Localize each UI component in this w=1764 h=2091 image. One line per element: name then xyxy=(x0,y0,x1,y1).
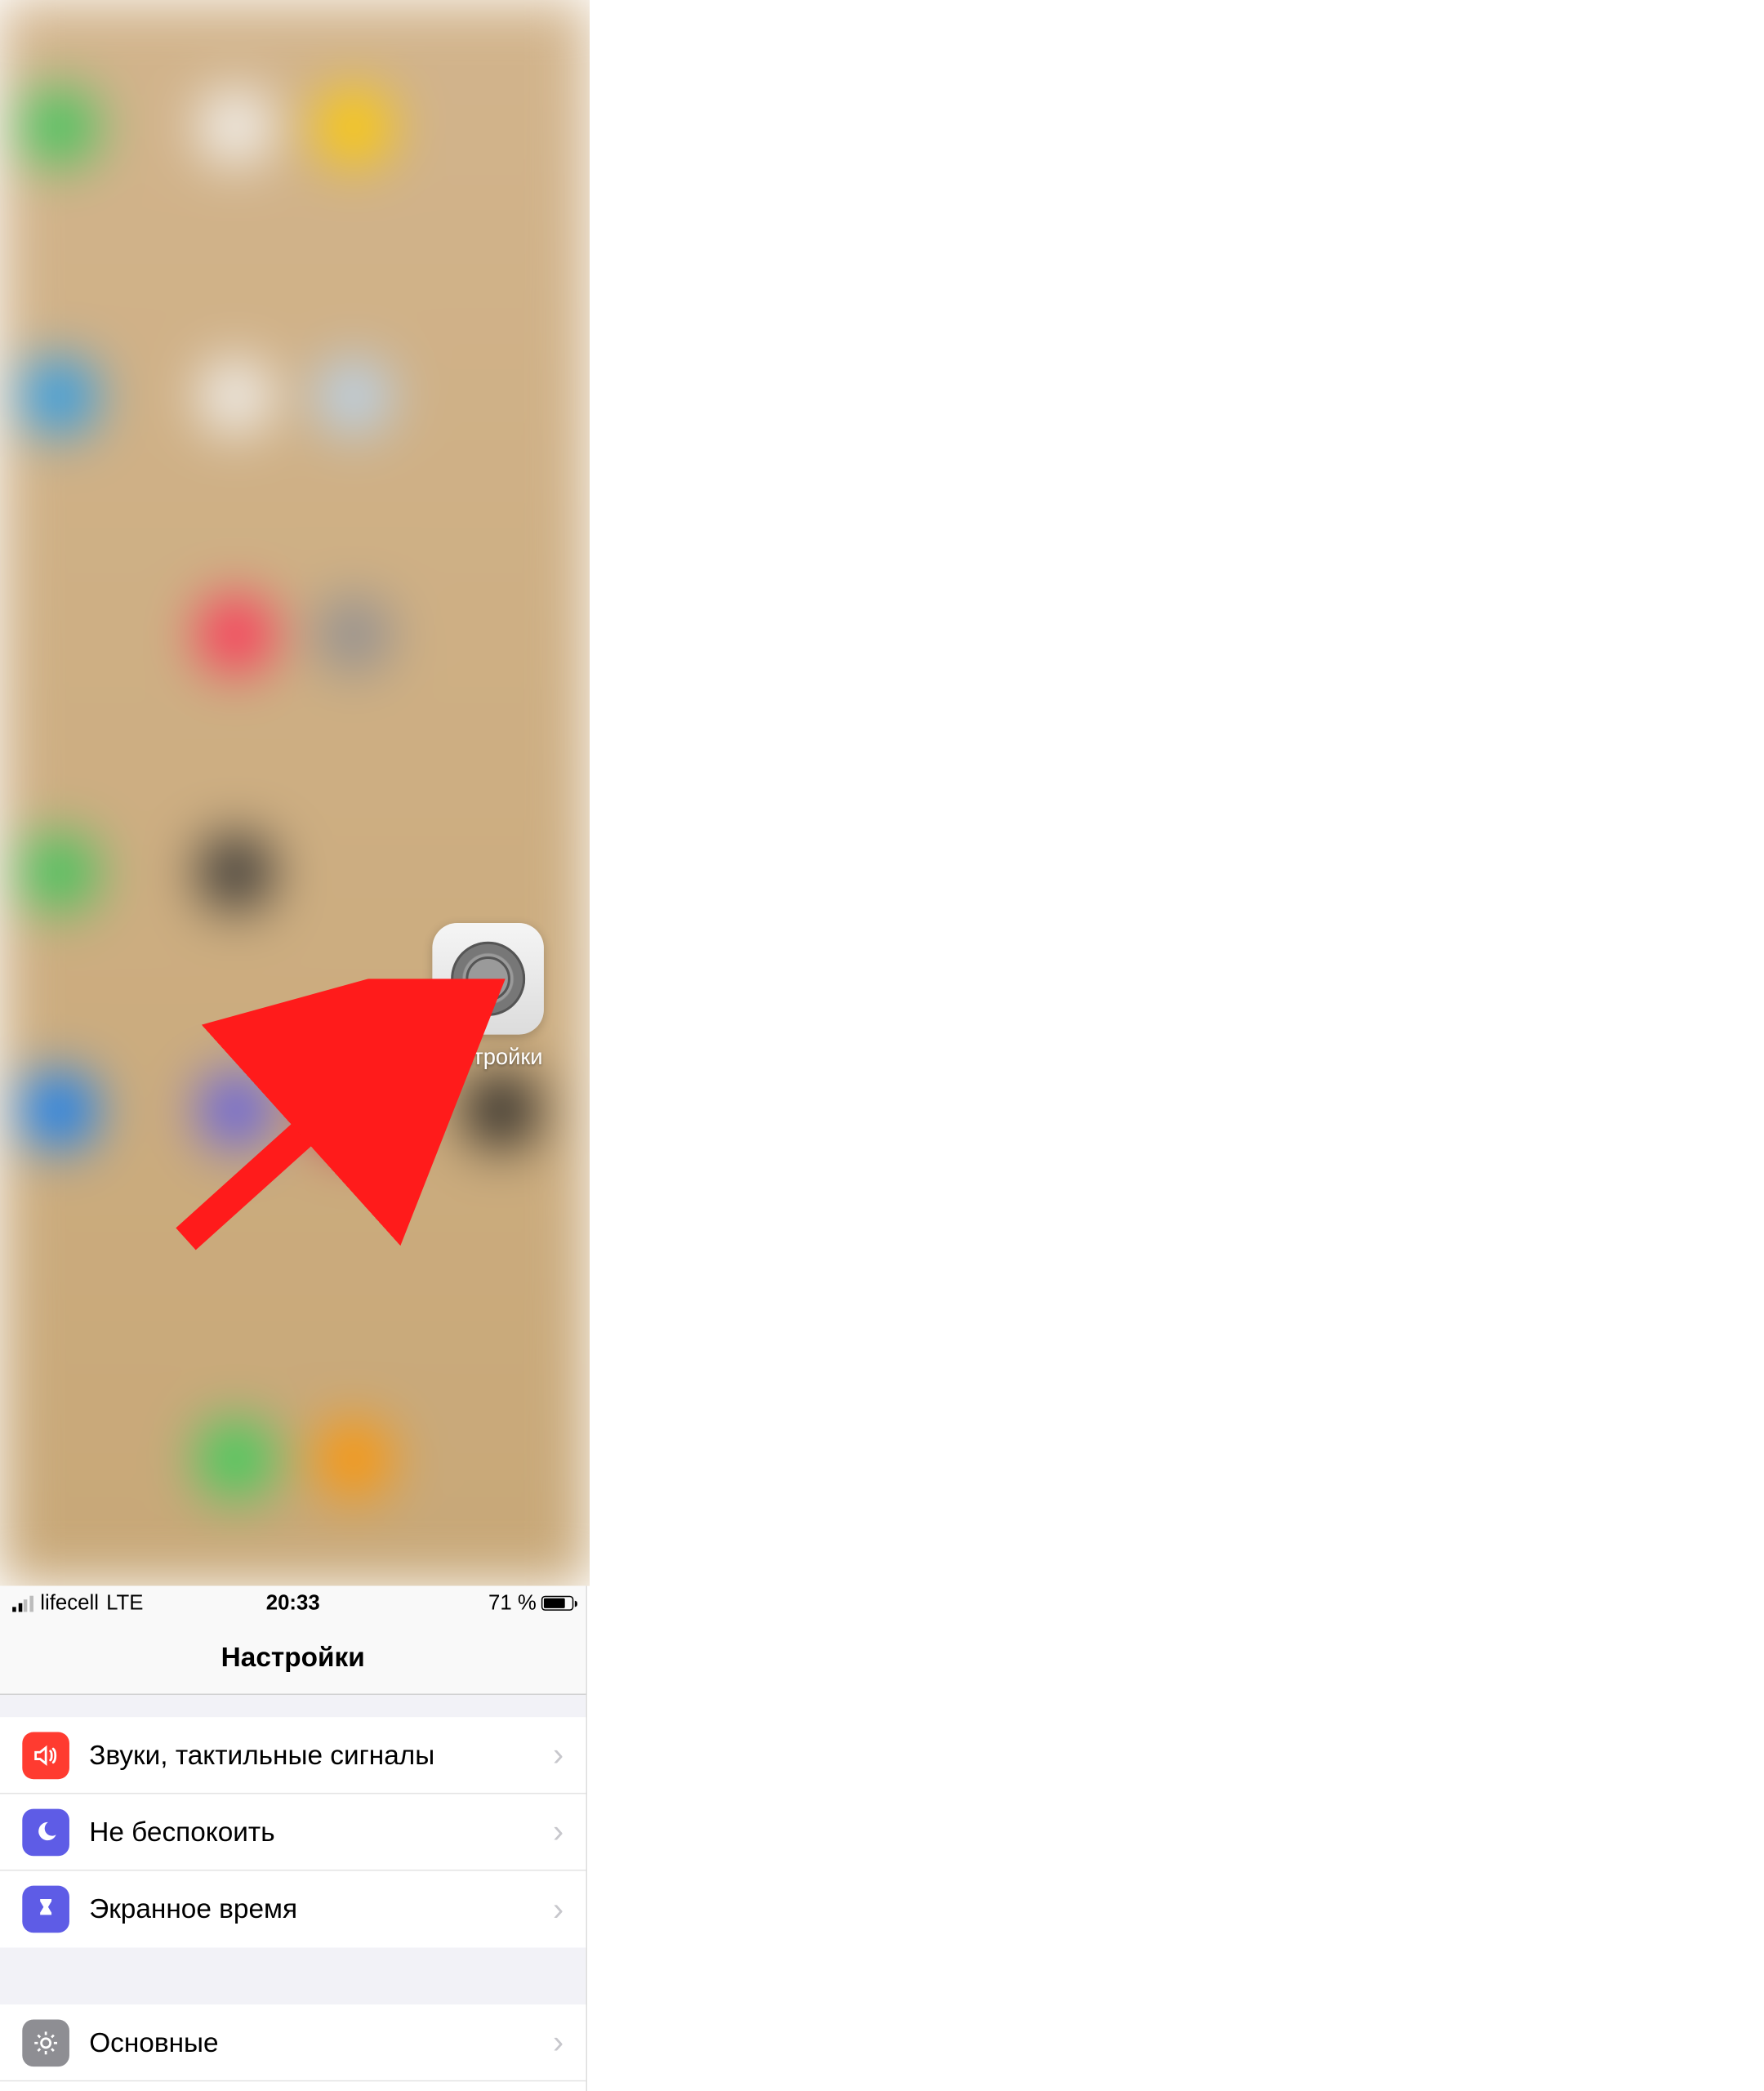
nav-title: Настройки xyxy=(221,1641,365,1673)
settings-row-label: Основные xyxy=(89,2026,553,2058)
signal-icon xyxy=(12,1595,33,1612)
chevron-right-icon: › xyxy=(553,2023,564,2062)
settings-row-label: Не беспокоить xyxy=(89,1816,553,1848)
sound-icon xyxy=(22,1732,69,1779)
status-time: 20:33 xyxy=(199,1591,386,1616)
settings-row[interactable]: Пункт управления› xyxy=(0,2081,586,2091)
battery-percent: 71 % xyxy=(488,1591,537,1616)
home-screen-blur xyxy=(0,0,590,1586)
battery-icon xyxy=(541,1596,573,1611)
settings-row[interactable]: Звуки, тактильные сигналы› xyxy=(0,1717,586,1794)
gear-icon xyxy=(22,2019,69,2066)
settings-row-label: Звуки, тактильные сигналы xyxy=(89,1739,553,1771)
hourglass-icon xyxy=(22,1886,69,1933)
settings-row[interactable]: Основные› xyxy=(0,2004,586,2081)
settings-row-label: Экранное время xyxy=(89,1893,553,1925)
chevron-right-icon: › xyxy=(553,1736,564,1774)
network-label: LTE xyxy=(106,1591,143,1616)
annotation-arrow-1 xyxy=(173,979,508,1251)
chevron-right-icon: › xyxy=(553,1890,564,1928)
chevron-right-icon: › xyxy=(553,1812,564,1851)
status-bar: lifecell LTE 20:33 71 % xyxy=(0,1586,586,1621)
carrier-label: lifecell xyxy=(40,1591,99,1616)
settings-row[interactable]: Экранное время› xyxy=(0,1870,586,1947)
nav-bar: Настройки xyxy=(0,1621,586,1695)
moon-icon xyxy=(22,1808,69,1856)
settings-row[interactable]: Не беспокоить› xyxy=(0,1794,586,1870)
